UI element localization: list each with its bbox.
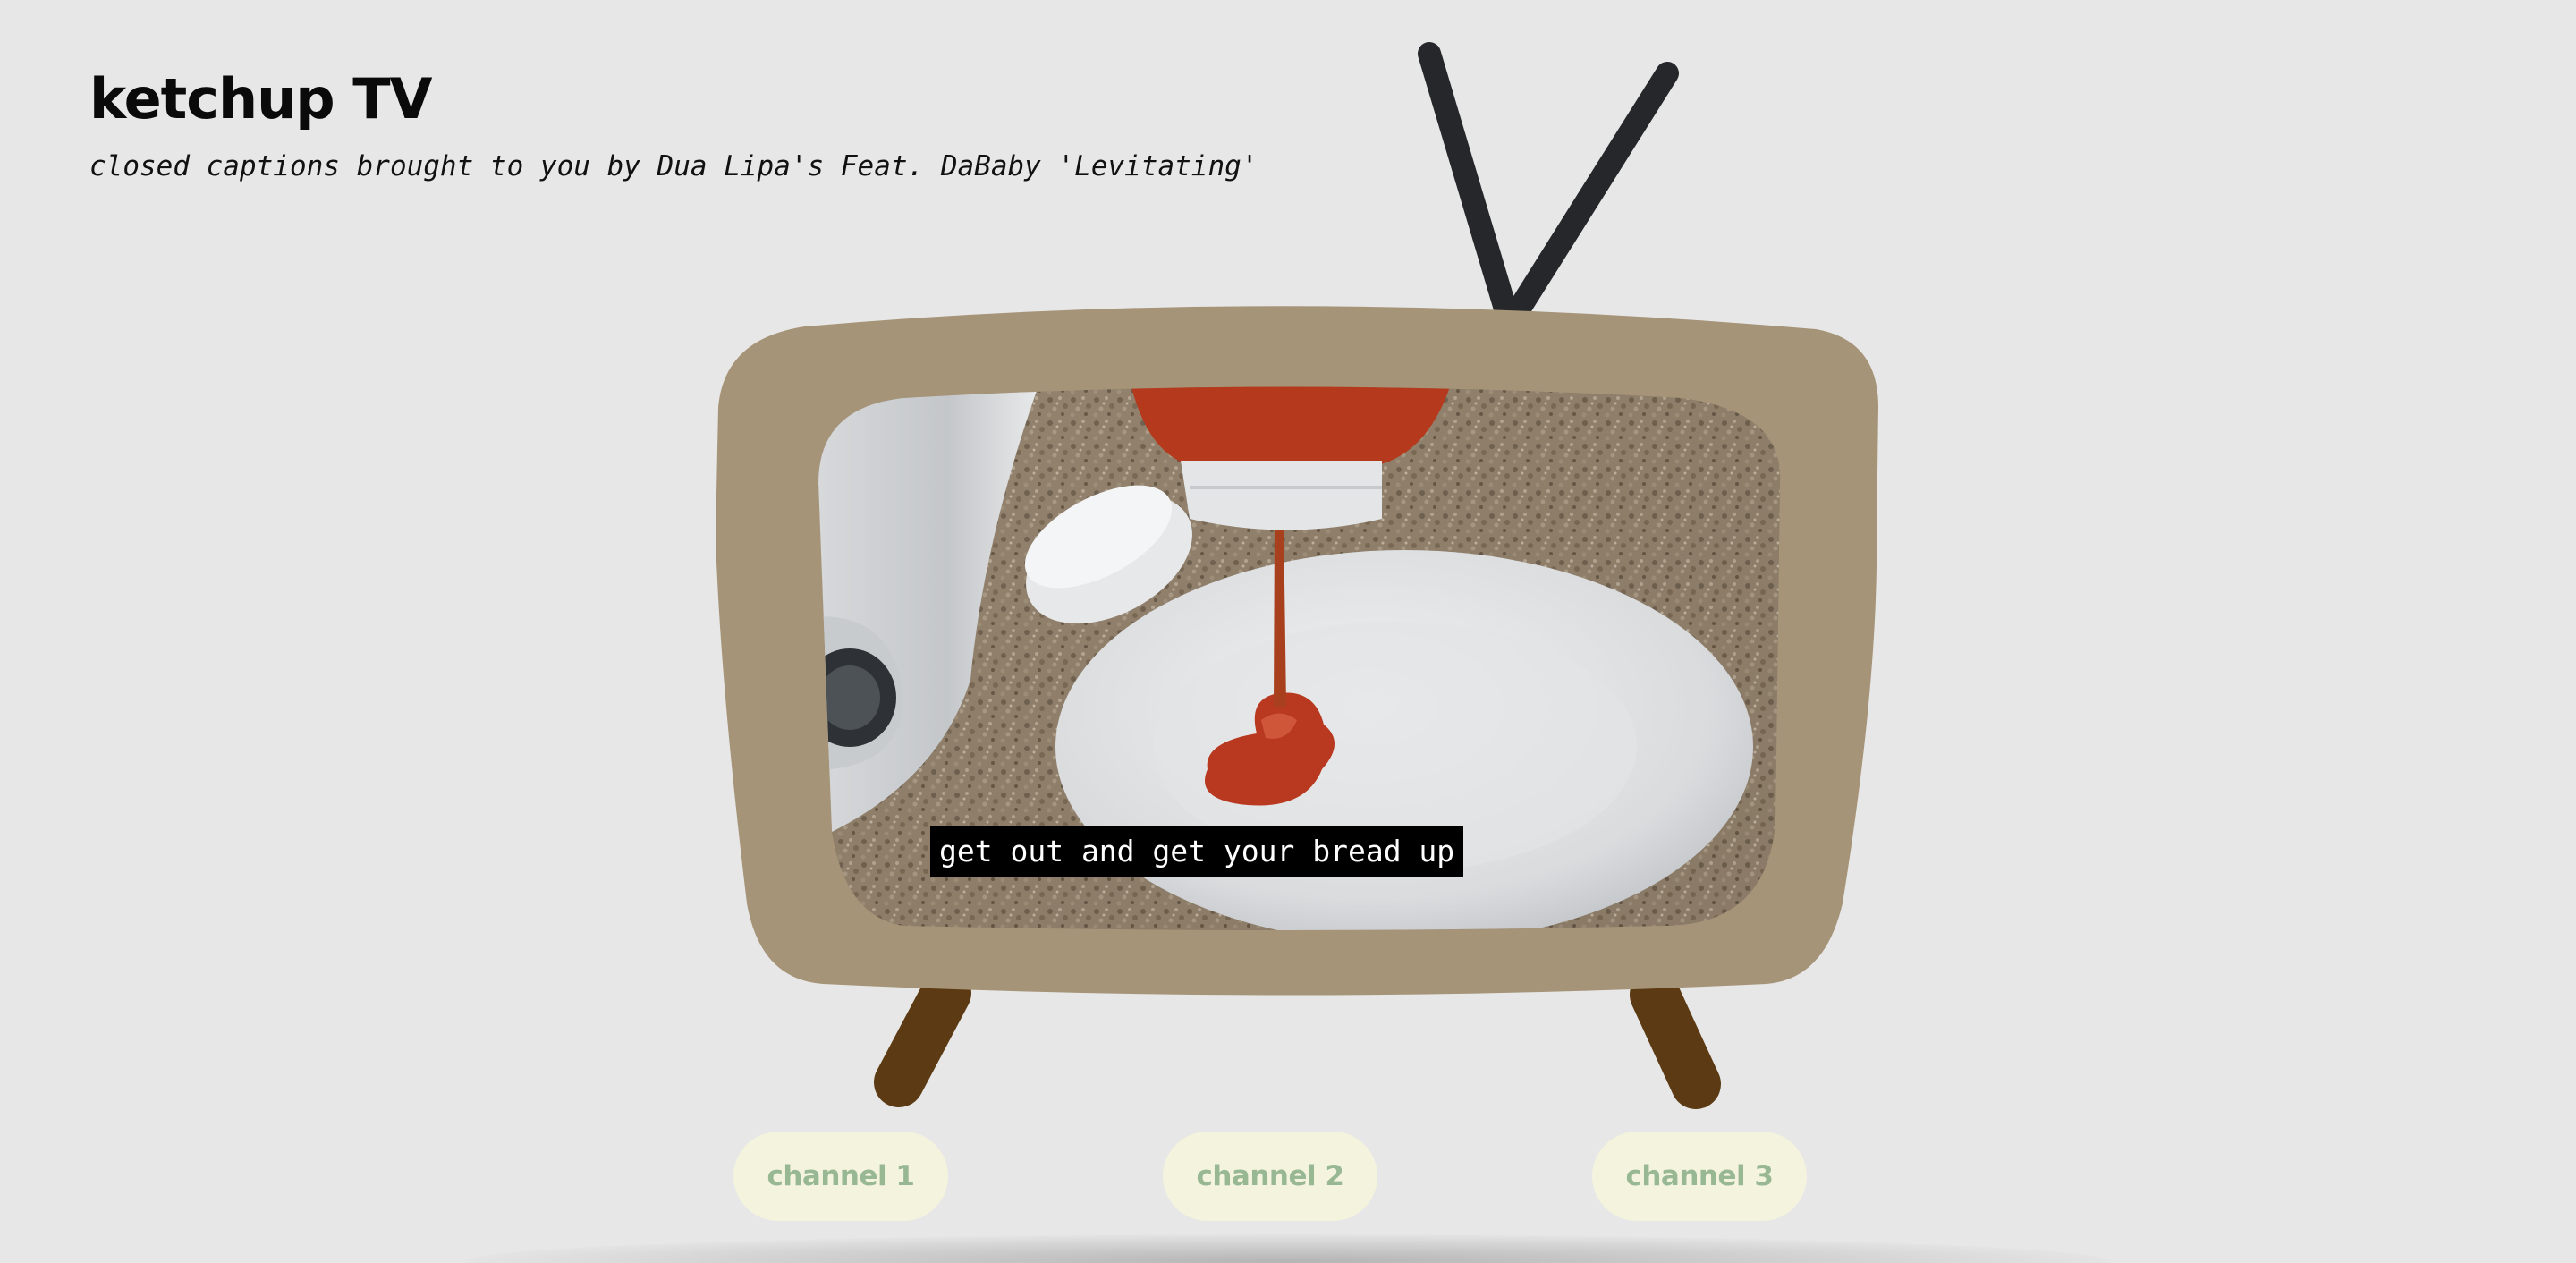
channel-2-button[interactable]: channel 2 (1163, 1132, 1377, 1221)
closed-caption: get out and get your bread up (930, 826, 1464, 877)
tv-illustration (716, 42, 1878, 1109)
channel-3-button[interactable]: channel 3 (1592, 1132, 1807, 1221)
antenna-icon (1418, 42, 1679, 335)
page: ketchup TV closed captions brought to yo… (0, 0, 2576, 1263)
channel-1-button[interactable]: channel 1 (733, 1132, 948, 1221)
tv-legs (874, 968, 1721, 1109)
